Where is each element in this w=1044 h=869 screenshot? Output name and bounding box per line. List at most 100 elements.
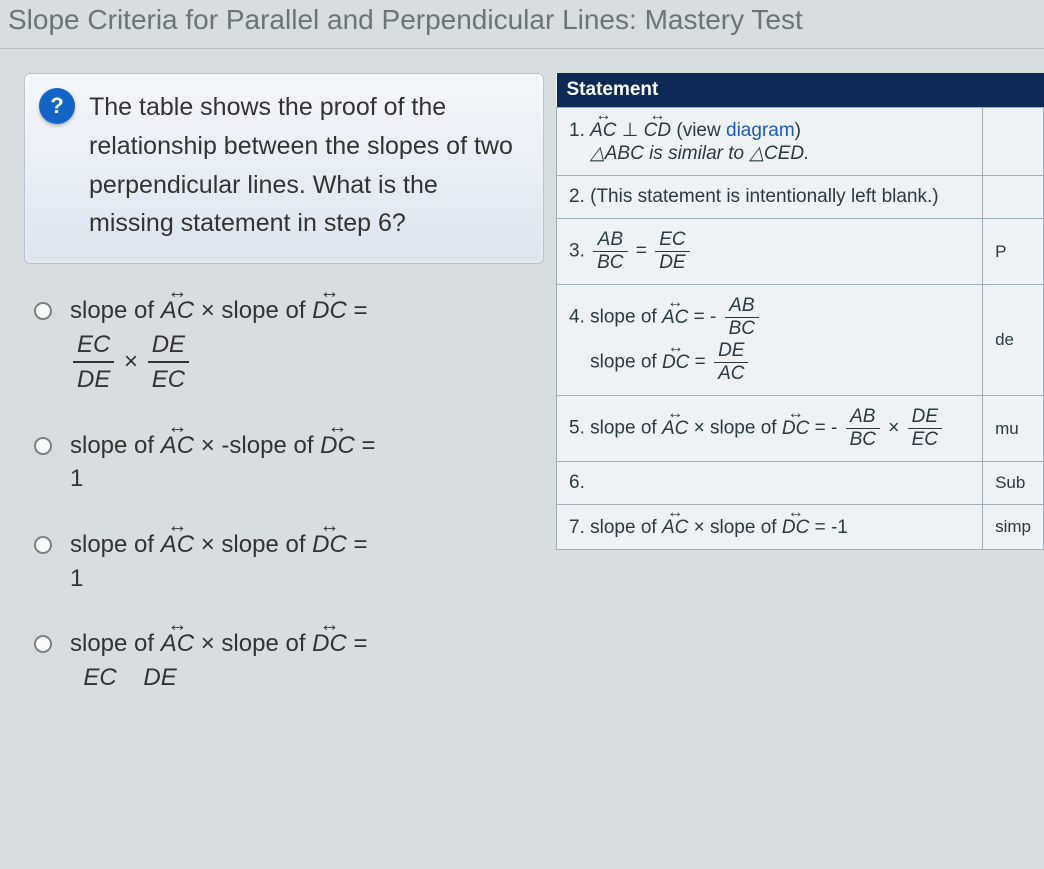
text: -: [831, 418, 843, 439]
fraction-num: DE: [148, 328, 189, 364]
text: (view: [671, 120, 726, 141]
text: 5.: [569, 418, 590, 439]
text: slope of: [70, 297, 161, 324]
statement-7: 7. slope of AC × slope of DC = -1: [557, 505, 983, 550]
answer-c-body: slope of AC × slope of DC = 1: [70, 526, 368, 595]
text: slope of: [590, 307, 662, 328]
table-row: 7. slope of AC × slope of DC = -1 simp: [557, 505, 1044, 550]
text: 1.: [569, 120, 590, 141]
right-column: Statement 1. AC ⊥ CD (view diagram) △ABC…: [556, 73, 1044, 550]
text: slope of: [70, 531, 161, 558]
segment-dc: DC: [320, 427, 355, 463]
statement-6: 6.: [557, 462, 983, 505]
statement-4: 4. slope of AC = - ABBC slope of DC = DE…: [557, 285, 983, 396]
question-text: The table shows the proof of the relatio…: [89, 93, 513, 237]
segment-ac: AC: [161, 427, 194, 463]
segment-ac: AC: [590, 118, 616, 142]
text: -: [710, 307, 722, 328]
view-diagram-link[interactable]: diagram: [726, 120, 795, 141]
segment-dc: DC: [312, 526, 347, 562]
fraction-den: BC: [846, 429, 880, 451]
text: EC: [83, 664, 116, 691]
question-box: ? The table shows the proof of the relat…: [24, 73, 544, 264]
text: 4.: [569, 307, 590, 328]
answer-option-c[interactable]: slope of AC × slope of DC = 1: [34, 526, 544, 595]
table-row: 3. ABBC = ECDE P: [557, 219, 1044, 285]
reason-1: [983, 108, 1044, 176]
text: × slope of: [194, 531, 312, 558]
table-row: 4. slope of AC = - ABBC slope of DC = DE…: [557, 285, 1044, 396]
text: △ABC is similar to △CED.: [590, 143, 809, 164]
radio-icon[interactable]: [34, 536, 52, 554]
fraction-den: BC: [593, 252, 627, 274]
left-column: ? The table shows the proof of the relat…: [24, 73, 544, 724]
reason-3: P: [983, 219, 1044, 285]
text: 3.: [569, 241, 590, 262]
segment-ac: AC: [161, 625, 194, 661]
fraction-den: BC: [725, 318, 759, 340]
reason-5: mu: [983, 396, 1044, 462]
statement-header: Statement: [557, 73, 983, 108]
table-row: 6. Sub: [557, 462, 1044, 505]
answer-b-body: slope of AC × -slope of DC = 1: [70, 427, 376, 496]
question-mark-icon: ?: [39, 88, 75, 124]
fraction-den: EC: [908, 429, 942, 451]
text: × slope of: [194, 630, 312, 657]
statement-5: 5. slope of AC × slope of DC = - ABBC × …: [557, 396, 983, 462]
text: × slope of: [688, 418, 781, 439]
text: slope of: [590, 352, 662, 373]
table-row: 5. slope of AC × slope of DC = - ABBC × …: [557, 396, 1044, 462]
statement-1: 1. AC ⊥ CD (view diagram) △ABC is simila…: [557, 108, 983, 176]
segment-cd: CD: [644, 118, 671, 142]
segment-dc: DC: [312, 625, 347, 661]
reason-6: Sub: [983, 462, 1044, 505]
proof-table: Statement 1. AC ⊥ CD (view diagram) △ABC…: [556, 73, 1044, 550]
table-row: 1. AC ⊥ CD (view diagram) △ABC is simila…: [557, 108, 1044, 176]
text: (This statement is intentionally left bl…: [590, 186, 939, 207]
fraction-den: AC: [714, 363, 748, 385]
text: =: [355, 432, 376, 459]
fraction-num: AB: [725, 295, 759, 318]
segment-dc: DC: [312, 292, 347, 328]
statement-2: 2. (This statement is intentionally left…: [557, 176, 983, 219]
fraction-den: EC: [148, 363, 189, 397]
fraction-num: AB: [846, 406, 880, 429]
segment-dc: DC: [662, 350, 689, 374]
text: slope of: [590, 418, 662, 439]
radio-icon[interactable]: [34, 437, 52, 455]
segment-ac: AC: [662, 515, 688, 539]
text: slope of: [590, 517, 662, 538]
fraction-den: DE: [73, 363, 114, 397]
text: ): [795, 120, 801, 141]
segment-ac: AC: [161, 292, 194, 328]
fraction-num: DE: [908, 406, 942, 429]
text: =: [347, 630, 368, 657]
answer-list: slope of AC × slope of DC = ECDE × DEEC …: [24, 292, 544, 694]
text: =: [809, 418, 831, 439]
reason-header: [983, 73, 1044, 108]
text: × slope of: [688, 517, 781, 538]
fraction-den: DE: [655, 252, 689, 274]
answer-option-b[interactable]: slope of AC × -slope of DC = 1: [34, 427, 544, 496]
text: 1: [70, 465, 83, 492]
text: × slope of: [194, 297, 312, 324]
radio-icon[interactable]: [34, 635, 52, 653]
text: 1: [70, 565, 83, 592]
text: ⊥: [617, 120, 644, 141]
text: =: [347, 297, 368, 324]
page-title: Slope Criteria for Parallel and Perpendi…: [0, 0, 1044, 49]
text: ×: [883, 418, 905, 439]
answer-a-body: slope of AC × slope of DC = ECDE × DEEC: [70, 292, 368, 397]
text: = -1: [809, 517, 848, 538]
fraction-num: DE: [714, 340, 748, 363]
content-area: ? The table shows the proof of the relat…: [0, 49, 1044, 724]
answer-option-a[interactable]: slope of AC × slope of DC = ECDE × DEEC: [34, 292, 544, 397]
answer-option-d[interactable]: slope of AC × slope of DC = EC DE: [34, 625, 544, 694]
text: =: [347, 531, 368, 558]
table-row: 2. (This statement is intentionally left…: [557, 176, 1044, 219]
fraction-num: EC: [73, 328, 114, 364]
segment-ac: AC: [662, 305, 688, 329]
text: 7.: [569, 517, 590, 538]
radio-icon[interactable]: [34, 302, 52, 320]
reason-7: simp: [983, 505, 1044, 550]
